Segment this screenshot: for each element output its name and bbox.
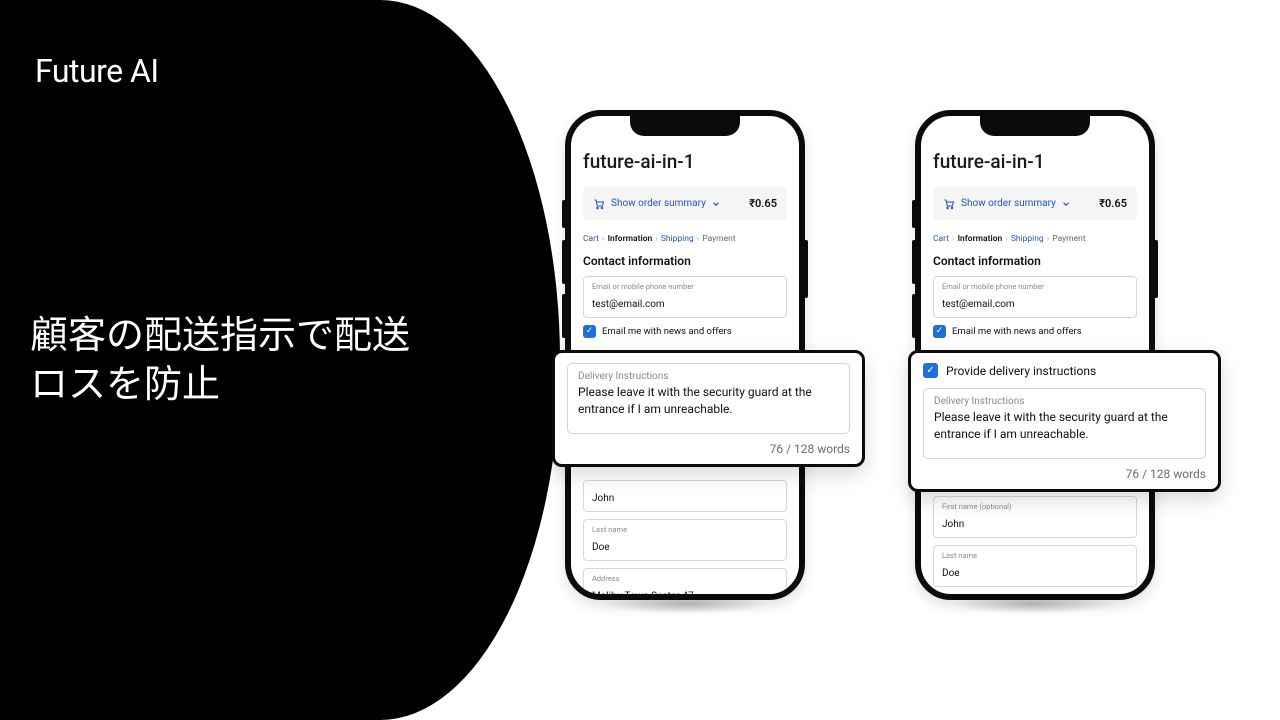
order-summary-toggle[interactable]: Show order summary ₹0.65 [933,187,1137,220]
crumb-information[interactable]: Information [608,234,653,244]
delivery-instructions-input[interactable]: Delivery Instructions Please leave it wi… [567,363,850,434]
brand-title: Future AI [35,52,159,90]
notch [980,116,1090,136]
word-counter: 76 / 128 words [923,467,1206,481]
newsletter-label: Email me with news and offers [952,326,1082,337]
newsletter-label: Email me with news and offers [602,326,732,337]
order-summary-toggle[interactable]: Show order summary ₹0.65 [583,187,787,220]
chevron-down-icon [1062,200,1070,208]
email-value: test@email.com [942,299,1015,310]
crumb-information[interactable]: Information [958,234,1003,244]
provide-instructions-label: Provide delivery instructions [946,364,1096,378]
crumb-payment: Payment [702,234,735,244]
delivery-instructions-label: Delivery Instructions [578,371,839,382]
delivery-instructions-text: Please leave it with the security guard … [934,409,1195,451]
checkbox-checked-icon: ✓ [583,325,596,338]
store-name: future-ai-in-1 [583,150,787,173]
last-name-field[interactable]: Last nameDoe [583,519,787,561]
contact-heading: Contact information [583,254,787,268]
breadcrumb: Cart›Information›Shipping›Payment [933,234,1137,244]
delivery-instructions-text: Please leave it with the security guard … [578,384,839,426]
email-label: Email or mobile phone number [592,282,778,291]
crumb-cart[interactable]: Cart [933,234,949,244]
checkbox-checked-icon: ✓ [923,363,938,378]
email-field[interactable]: Email or mobile phone number test@email.… [583,276,787,318]
crumb-payment: Payment [1052,234,1085,244]
breadcrumb: Cart›Information›Shipping›Payment [583,234,787,244]
email-value: test@email.com [592,299,665,310]
summary-left: Show order summary [593,198,720,210]
delivery-instructions-callout-a: Delivery Instructions Please leave it wi… [552,350,865,467]
first-name-field[interactable]: John [583,480,787,512]
phone-shadow [950,594,1120,614]
crumb-shipping[interactable]: Shipping [661,234,694,244]
newsletter-checkbox[interactable]: ✓ Email me with news and offers [583,325,787,338]
order-total: ₹0.65 [1099,197,1127,210]
delivery-instructions-callout-b: ✓ Provide delivery instructions Delivery… [908,350,1221,492]
word-counter: 76 / 128 words [567,442,850,456]
delivery-instructions-label: Delivery Instructions [934,396,1195,407]
order-total: ₹0.65 [749,197,777,210]
summary-left: Show order summary [943,198,1070,210]
last-name-field[interactable]: Last nameDoe [933,545,1137,587]
address-field[interactable]: AddressMalibu Town Sector 47 [583,568,787,594]
first-name-field[interactable]: First name (optional)John [933,496,1137,538]
crumb-shipping[interactable]: Shipping [1011,234,1044,244]
checkbox-checked-icon: ✓ [933,325,946,338]
email-field[interactable]: Email or mobile phone number test@email.… [933,276,1137,318]
delivery-instructions-input[interactable]: Delivery Instructions Please leave it wi… [923,388,1206,459]
contact-heading: Contact information [933,254,1137,268]
summary-label: Show order summary [611,198,706,209]
email-label: Email or mobile phone number [942,282,1128,291]
phone-shadow [600,594,770,614]
cart-icon [943,198,955,210]
chevron-down-icon [712,200,720,208]
store-name: future-ai-in-1 [933,150,1137,173]
summary-label: Show order summary [961,198,1056,209]
newsletter-checkbox[interactable]: ✓ Email me with news and offers [933,325,1137,338]
notch [630,116,740,136]
crumb-cart[interactable]: Cart [583,234,599,244]
provide-instructions-checkbox[interactable]: ✓ Provide delivery instructions [923,363,1206,378]
headline: 顧客の配送指示で配送ロスを防止 [30,312,410,411]
cart-icon [593,198,605,210]
